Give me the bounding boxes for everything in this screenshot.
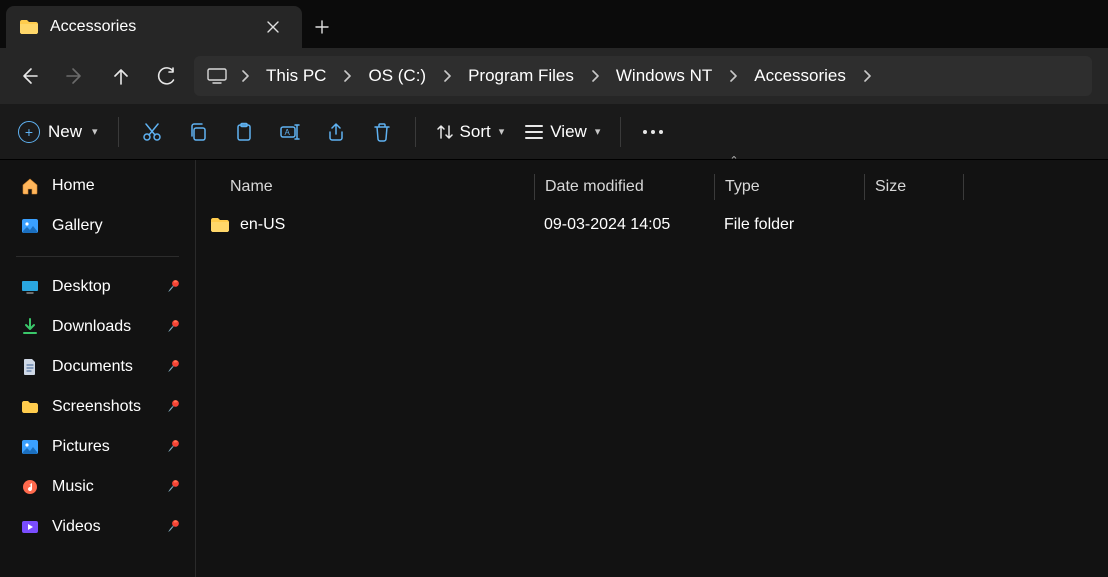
view-label: View	[550, 122, 587, 142]
video-icon	[20, 520, 40, 534]
file-name: en-US	[240, 216, 285, 234]
chevron-down-icon: ▾	[92, 125, 98, 138]
chevron-down-icon: ▾	[595, 125, 601, 138]
sidebar-item-desktop[interactable]: Desktop 📍	[0, 267, 195, 307]
more-button[interactable]	[631, 130, 675, 134]
new-button[interactable]: + New ▾	[8, 115, 108, 149]
up-button[interactable]	[98, 56, 144, 96]
pin-icon: 📍	[162, 516, 185, 539]
sort-label: Sort	[460, 122, 491, 142]
forward-button[interactable]	[52, 56, 98, 96]
sidebar-item-label: Pictures	[52, 438, 110, 456]
pin-icon: 📍	[162, 476, 185, 499]
file-row[interactable]: en-US 09-03-2024 14:05 File folder	[196, 207, 1108, 243]
folder-icon	[210, 217, 230, 233]
new-label: New	[48, 122, 82, 142]
address-bar[interactable]: This PC OS (C:) Program Files Windows NT…	[194, 56, 1092, 96]
pin-icon: 📍	[162, 276, 185, 299]
monitor-icon	[202, 68, 232, 84]
view-icon	[524, 124, 544, 140]
rename-button[interactable]: A	[267, 112, 313, 152]
sidebar-item-label: Music	[52, 478, 94, 496]
sidebar-item-label: Documents	[52, 358, 133, 376]
pin-icon: 📍	[162, 396, 185, 419]
music-icon	[20, 479, 40, 495]
breadcrumb-segment[interactable]: Windows NT	[608, 66, 720, 86]
gallery-icon	[20, 218, 40, 234]
chevron-right-icon[interactable]	[436, 70, 458, 82]
title-bar: Accessories	[0, 0, 1108, 48]
back-button[interactable]	[6, 56, 52, 96]
sidebar-item-documents[interactable]: Documents 📍	[0, 347, 195, 387]
breadcrumb-segment[interactable]: Accessories	[746, 66, 854, 86]
paste-button[interactable]	[221, 112, 267, 152]
active-tab[interactable]: Accessories	[6, 6, 302, 48]
desktop-icon	[20, 280, 40, 294]
delete-button[interactable]	[359, 112, 405, 152]
sidebar-item-label: Desktop	[52, 278, 111, 296]
breadcrumb-segment[interactable]: OS (C:)	[360, 66, 434, 86]
main-area: Home Gallery Desktop 📍 Downloads 📍	[0, 160, 1108, 577]
chevron-right-icon[interactable]	[234, 70, 256, 82]
sidebar-item-pictures[interactable]: Pictures 📍	[0, 427, 195, 467]
close-tab-button[interactable]	[258, 12, 288, 42]
breadcrumb-segment[interactable]: This PC	[258, 66, 334, 86]
plus-circle-icon: +	[18, 121, 40, 143]
sort-button[interactable]: Sort ▾	[426, 116, 515, 148]
sidebar-item-label: Screenshots	[52, 398, 141, 416]
download-icon	[20, 318, 40, 336]
divider	[415, 117, 416, 147]
breadcrumb-segment[interactable]: Program Files	[460, 66, 582, 86]
chevron-right-icon[interactable]	[722, 70, 744, 82]
column-header-size[interactable]: Size	[864, 174, 964, 200]
file-pane: ⌃ Name Date modified Type Size en-US 09-…	[196, 160, 1108, 577]
sidebar-item-label: Videos	[52, 518, 101, 536]
sidebar-item-screenshots[interactable]: Screenshots 📍	[0, 387, 195, 427]
sidebar-item-videos[interactable]: Videos 📍	[0, 507, 195, 547]
sidebar-item-downloads[interactable]: Downloads 📍	[0, 307, 195, 347]
share-button[interactable]	[313, 112, 359, 152]
cut-button[interactable]	[129, 112, 175, 152]
document-icon	[20, 358, 40, 376]
sidebar-item-label: Home	[52, 177, 95, 195]
view-button[interactable]: View ▾	[514, 116, 610, 148]
pin-icon: 📍	[162, 356, 185, 379]
copy-button[interactable]	[175, 112, 221, 152]
chevron-down-icon: ▾	[499, 125, 505, 138]
chevron-right-icon[interactable]	[584, 70, 606, 82]
tab-title: Accessories	[50, 18, 258, 36]
column-header-name[interactable]: Name	[196, 178, 534, 196]
column-header-type[interactable]: Type	[714, 174, 864, 200]
sidebar: Home Gallery Desktop 📍 Downloads 📍	[0, 160, 196, 577]
sidebar-item-home[interactable]: Home	[0, 166, 195, 206]
sidebar-item-label: Downloads	[52, 318, 131, 336]
gallery-icon	[20, 439, 40, 455]
chevron-right-icon[interactable]	[336, 70, 358, 82]
column-headers: Name Date modified Type Size	[196, 167, 1108, 207]
pin-icon: 📍	[162, 436, 185, 459]
sort-indicator-icon: ⌃	[360, 154, 1108, 167]
toolbar: + New ▾ A Sort ▾ View ▾	[0, 104, 1108, 160]
pin-icon: 📍	[162, 316, 185, 339]
refresh-button[interactable]	[144, 56, 190, 96]
sidebar-item-music[interactable]: Music 📍	[0, 467, 195, 507]
divider	[620, 117, 621, 147]
chevron-right-icon[interactable]	[856, 70, 878, 82]
home-icon	[20, 177, 40, 195]
folder-icon	[20, 400, 40, 414]
svg-text:A: A	[284, 128, 290, 137]
column-header-date[interactable]: Date modified	[534, 174, 714, 200]
divider	[118, 117, 119, 147]
sidebar-item-label: Gallery	[52, 217, 103, 235]
file-date: 09-03-2024 14:05	[534, 216, 714, 234]
sort-icon	[436, 123, 454, 141]
folder-icon	[18, 16, 40, 38]
sidebar-separator	[16, 256, 179, 257]
sidebar-item-gallery[interactable]: Gallery	[0, 206, 195, 246]
nav-bar: This PC OS (C:) Program Files Windows NT…	[0, 48, 1108, 104]
new-tab-button[interactable]	[302, 6, 342, 48]
file-type: File folder	[714, 216, 864, 234]
